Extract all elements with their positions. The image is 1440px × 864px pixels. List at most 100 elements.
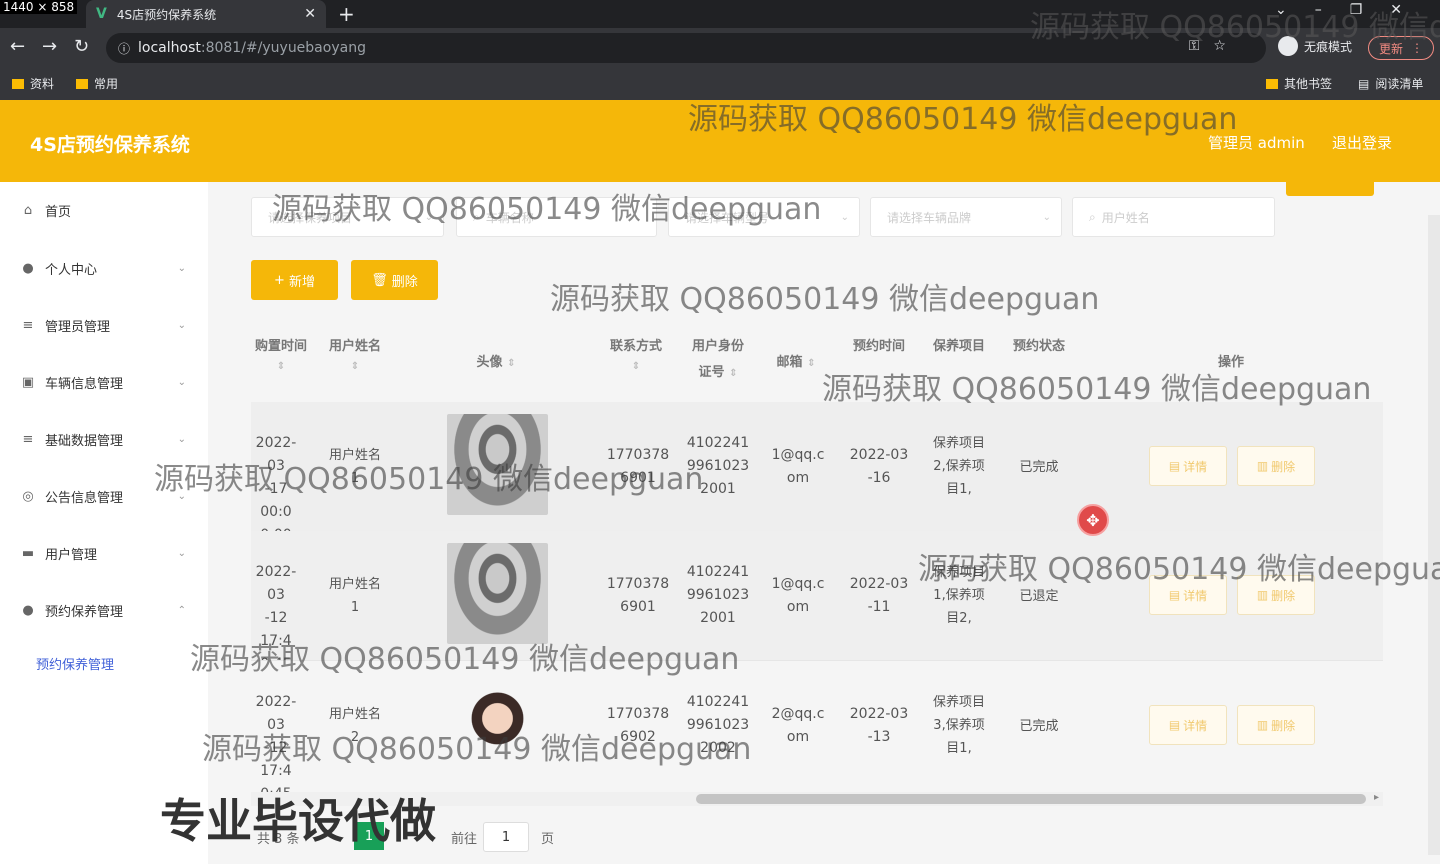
incognito-icon [1278,36,1298,56]
bookmark-folder[interactable]: 常用 [76,75,118,92]
cell-buy-time: 2022-03-12 17:40:45 [255,564,297,672]
batch-delete-button[interactable]: 🗑 删除 [351,260,438,300]
sort-icon[interactable]: ⇕ [606,360,666,374]
col-id-card[interactable]: 用户身份 证号 ⇕ [683,334,753,387]
reading-list[interactable]: ▤ 阅读清单 [1358,75,1423,92]
current-user: 管理员 admin [1208,134,1305,152]
search-button[interactable] [1286,182,1374,196]
sort-icon[interactable]: ⇕ [251,360,311,374]
detail-button[interactable]: ▤ 详情 [1149,705,1227,745]
detail-button[interactable]: ▤ 详情 [1149,575,1227,615]
sort-icon[interactable]: ⇕ [807,358,815,369]
vehicle-brand-select[interactable]: 请选择车辆品牌 ⌄ [870,197,1062,237]
col-buy-time[interactable]: 购置时间 ⇕ [251,334,311,374]
vehicle-model-select[interactable]: 请选择车辆型号 ⌄ [668,197,860,237]
bookmark-folder[interactable]: 资料 [12,75,54,92]
key-star-icons[interactable]: ⚿☆ [1189,38,1240,54]
sidebar-item-users[interactable]: ▬ 用户管理 ⌄ [0,533,208,573]
cell-user-name: 用户姓名 1 [328,448,381,486]
vehicle-name-input[interactable]: ⌕ 车辆名称 [456,197,657,237]
cell-project: 保养项目 1,保养项 目2, [932,565,985,626]
sidebar-item-notices[interactable]: ◎ 公告信息管理 ⌄ [0,476,208,516]
update-button[interactable]: 更新 ⋮ [1368,36,1435,60]
search-icon: ⌕ [1089,209,1096,224]
window-controls[interactable]: ⌄–❐✕ [1275,2,1430,18]
update-label: 更新 [1379,41,1404,56]
add-button[interactable]: + 新增 [251,260,338,300]
cell-phone: 1770378 6901 [606,576,670,615]
col-email[interactable]: 邮箱 ⇕ [766,350,826,377]
app-header: 4S店预约保养系统 管理员 admin 退出登录 [0,100,1440,182]
table-row: 2022-03-12 17:40:45 用户姓名1 17703786901 41… [251,531,1383,672]
home-icon: ⌂ [23,202,33,218]
scrollbar-thumb[interactable] [696,794,1366,804]
back-icon[interactable]: ← [10,36,25,57]
col-phone[interactable]: 联系方式 ⇕ [606,334,666,374]
document-icon: ▤ [1168,718,1181,732]
sidebar-item-appointments[interactable]: ● 预约保养管理 ⌃ [0,590,208,630]
delete-button[interactable]: ▥ 删除 [1237,446,1315,486]
detail-label: 详情 [1183,588,1208,603]
delete-label: 删除 [391,274,418,290]
col-avatar[interactable]: 头像 ⇕ [461,350,531,377]
sidebar-subitem-appointments[interactable]: 预约保养管理 [36,654,114,673]
sort-icon[interactable]: ⇕ [729,368,737,379]
forward-icon[interactable]: → [42,36,57,57]
detail-label: 详情 [1183,718,1208,733]
reload-icon[interactable]: ↻ [74,36,89,57]
promo-text: 专业毕设代做 [160,794,436,848]
page-jump-input[interactable]: 1 [483,822,529,852]
cell-project: 保养项目 3,保养项 目1, [932,695,985,756]
cell-email: 1@qq.c om [771,576,825,615]
col-appt-time: 预约时间 [849,334,909,360]
sidebar-item-home[interactable]: ⌂ 首页 [0,190,208,230]
sidebar-item-vehicles[interactable]: ▣ 车辆信息管理 ⌄ [0,362,208,402]
cell-project: 保养项目 2,保养项 目1, [932,436,985,497]
logout-link[interactable]: 退出登录 [1332,132,1392,153]
delete-label: 删除 [1271,588,1296,603]
cell-id-card: 4102241 9961023 2002 [686,694,750,756]
folder-icon [76,78,88,89]
col-user-name[interactable]: 用户姓名 ⇕ [325,334,385,374]
sort-icon[interactable]: ⇕ [507,358,515,369]
vertical-scrollbar[interactable] [1428,215,1440,855]
sort-icon[interactable]: ⇕ [325,360,385,374]
chevron-down-icon: ⌄ [177,433,186,445]
sidebar-item-profile[interactable]: ● 个人中心 ⌄ [0,248,208,288]
chevron-up-icon: ⌃ [177,604,186,616]
col-label: 联系方式 [609,339,662,354]
trash-icon: 🗑 [371,272,388,288]
trash-icon: ▥ [1256,718,1269,732]
col-label: 保养项目 [932,339,985,354]
detail-label: 详情 [1183,459,1208,474]
delete-button[interactable]: ▥ 删除 [1237,705,1315,745]
detail-button[interactable]: ▤ 详情 [1149,446,1227,486]
input-placeholder: 用户姓名 [1101,210,1150,225]
browser-tab[interactable]: V 4S店预约保养系统 ✕ [86,0,326,28]
other-bookmarks[interactable]: 其他书签 [1266,75,1332,92]
table-header: 购置时间 ⇕ 用户姓名 ⇕ 头像 ⇕ 联系方式 ⇕ 用户身份 证号 ⇕ 邮箱 ⇕ 预约时… [251,332,1383,402]
sidebar-item-admins[interactable]: ≡ 管理员管理 ⌄ [0,305,208,345]
user-name-input[interactable]: ⌕ 用户姓名 [1072,197,1275,237]
incognito-indicator[interactable]: 无痕模式 [1278,36,1352,56]
select-placeholder: 请选择保养项目 [268,210,353,225]
sidebar-item-base-data[interactable]: ≡ 基础数据管理 ⌄ [0,419,208,459]
avatar-image [447,673,548,774]
tab-close-icon[interactable]: ✕ [304,6,316,22]
chevron-down-icon: ⌄ [177,319,186,331]
chevron-down-icon: ⌄ [177,490,186,502]
bookmark-label: 阅读清单 [1375,77,1424,91]
new-tab-button[interactable]: + [338,2,355,26]
browser-tab-bar: 1440 × 858 V 4S店预约保养系统 ✕ + ⌄–❐✕ [0,0,1440,28]
col-label: 头像 [476,355,503,370]
delete-button[interactable]: ▥ 删除 [1237,575,1315,615]
project-select[interactable]: 请选择保养项目 ⌄ [251,197,444,237]
trash-icon: ▥ [1256,459,1269,473]
cell-id-card: 4102241 9961023 2001 [686,435,750,497]
sidebar-item-label: 个人中心 [45,262,98,278]
scroll-right-icon[interactable]: ▸ [1374,792,1379,803]
menu-dots-icon[interactable]: ⋮ [1411,41,1423,55]
url-path: :8081/#/yuyuebaoyang [200,40,366,56]
info-icon[interactable]: ⓘ [118,40,130,57]
url-input[interactable]: ⓘ localhost:8081/#/yuyuebaoyang [106,33,1266,63]
